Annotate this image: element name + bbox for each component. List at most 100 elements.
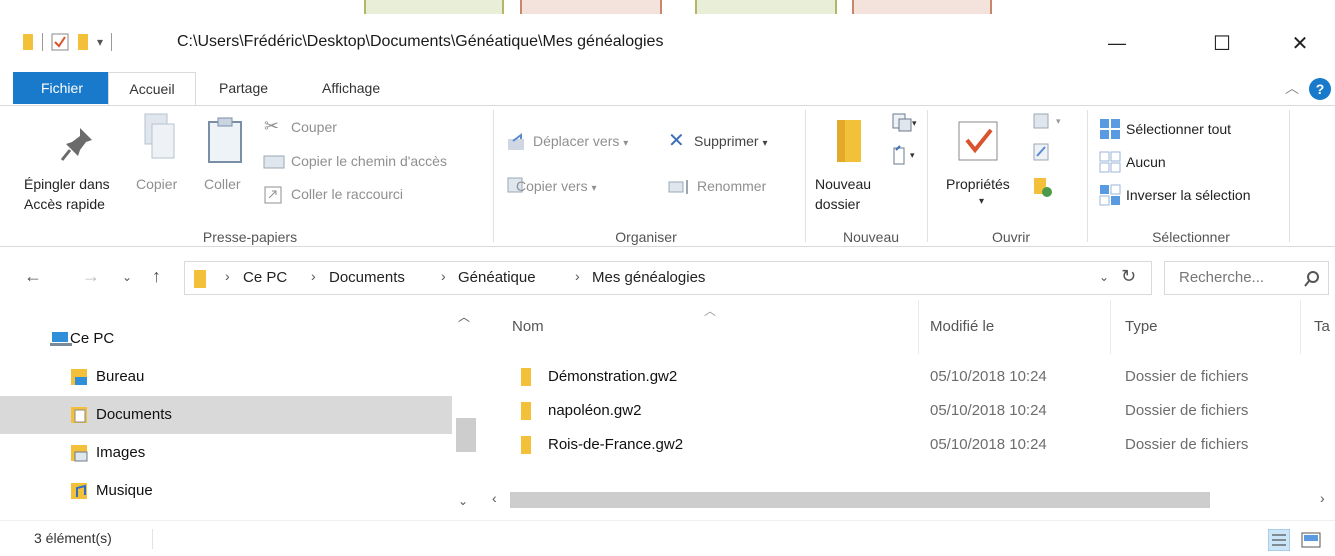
nav-item-label: Musique (96, 482, 153, 499)
column-separator[interactable] (918, 300, 919, 354)
nav-item-documents[interactable]: Documents (0, 396, 452, 434)
tab-affichage[interactable]: Affichage (310, 72, 392, 104)
pin-label-line2: Accès rapide (24, 196, 105, 212)
properties-button[interactable]: Propriétés (946, 174, 1010, 194)
file-row[interactable]: Rois-de-France.gw2 05/10/2018 10:24 Doss… (490, 428, 1335, 462)
close-button[interactable]: ✕ (1285, 28, 1315, 58)
paste-button[interactable]: Coller (204, 174, 241, 194)
horizontal-scroll-thumb[interactable] (510, 492, 1210, 508)
cut-button[interactable]: Couper (291, 117, 337, 137)
open-icon[interactable]: ▾ (1032, 112, 1068, 132)
new-folder-icon[interactable] (77, 33, 89, 51)
new-folder-button[interactable]: Nouveau dossier (815, 174, 871, 214)
large-icons-view-icon[interactable] (1300, 529, 1322, 551)
rename-button[interactable]: Renommer (697, 176, 766, 196)
breadcrumb-documents[interactable]: Documents (329, 269, 405, 286)
breadcrumb-separator-icon[interactable]: › (575, 268, 580, 284)
column-header-modifie[interactable]: Modifié le (930, 318, 994, 335)
delete-x-icon: ✕ (668, 130, 685, 152)
scroll-left-icon[interactable]: ‹ (492, 490, 497, 506)
file-row[interactable]: napoléon.gw2 05/10/2018 10:24 Dossier de… (490, 394, 1335, 428)
column-header-taille[interactable]: Ta (1314, 318, 1330, 335)
pin-label-line1: Épingler dans (24, 176, 110, 192)
dropdown-arrow-icon[interactable]: ▾ (979, 196, 984, 207)
dropdown-arrow-icon: ▾ (591, 183, 597, 194)
breadcrumb-separator-icon[interactable]: › (225, 268, 230, 284)
new-item-icon[interactable]: ▾ (890, 112, 918, 134)
copy-button[interactable]: Copier (136, 174, 177, 194)
copy-to-button[interactable]: Copier vers ▾ (516, 176, 597, 199)
column-header-nom[interactable]: Nom (512, 318, 544, 335)
breadcrumb-geneatique[interactable]: Généatique (458, 269, 536, 286)
invert-selection-button[interactable]: Inverser la sélection (1126, 185, 1251, 205)
pin-icon (60, 128, 92, 161)
breadcrumb-ce-pc[interactable]: Ce PC (243, 269, 287, 286)
collapse-ribbon-icon[interactable]: ︿ (1285, 78, 1299, 98)
desktop-folder-icon (71, 369, 87, 385)
copy-path-button[interactable]: Copier le chemin d'accès (291, 151, 447, 171)
scroll-right-icon[interactable]: › (1320, 490, 1325, 506)
column-separator[interactable] (1300, 300, 1301, 354)
file-type: Dossier de fichiers (1125, 368, 1249, 385)
group-separator (805, 110, 806, 242)
scroll-down-icon[interactable]: ⌄ (458, 494, 468, 508)
tab-partage[interactable]: Partage (207, 72, 280, 104)
navigation-pane: Ce PC Bureau Documents Images Musique (0, 300, 452, 516)
tab-accueil[interactable]: Accueil (108, 72, 196, 108)
file-row[interactable]: Démonstration.gw2 05/10/2018 10:24 Dossi… (490, 360, 1335, 394)
breadcrumb-mes-genealogies[interactable]: Mes généalogies (592, 269, 705, 286)
up-arrow-icon[interactable]: ↑ (152, 266, 161, 287)
nav-scroll-thumb[interactable] (456, 418, 476, 452)
new-folder-label-line1: Nouveau (815, 176, 872, 192)
svg-text:▾: ▾ (1056, 116, 1061, 126)
dropdown-arrow-icon: ▾ (623, 138, 629, 149)
customize-toolbar-icon[interactable]: ▾ (97, 35, 103, 49)
help-icon[interactable]: ? (1309, 78, 1331, 100)
group-label-ouvrir: Ouvrir (991, 229, 1031, 245)
folder-icon (23, 34, 33, 50)
edit-icon[interactable] (1032, 142, 1052, 162)
nav-item-bureau[interactable]: Bureau (0, 358, 452, 396)
paste-icon (208, 117, 242, 163)
column-separator[interactable] (1110, 300, 1111, 354)
scroll-up-icon[interactable]: ︿ (458, 308, 470, 325)
details-view-icon[interactable] (1268, 529, 1290, 551)
breadcrumb-separator-icon[interactable]: › (311, 268, 316, 284)
maximize-button[interactable]: ☐ (1207, 28, 1237, 58)
paste-shortcut-button[interactable]: Coller le raccourci (291, 184, 403, 204)
nav-item-label: Documents (96, 406, 172, 423)
address-dropdown-icon[interactable]: ⌄ (1099, 270, 1109, 284)
easy-access-icon[interactable]: ▾ (890, 144, 918, 166)
column-header-type[interactable]: Type (1125, 318, 1158, 335)
nav-item-ce-pc[interactable]: Ce PC (0, 320, 452, 358)
properties-check-icon[interactable] (51, 33, 69, 51)
refresh-icon[interactable]: ↻ (1121, 266, 1136, 287)
forward-arrow-icon[interactable]: → (82, 266, 100, 287)
file-date: 05/10/2018 10:24 (930, 436, 1047, 453)
file-type: Dossier de fichiers (1125, 436, 1249, 453)
tab-fichier[interactable]: Fichier (13, 72, 111, 104)
recent-locations-icon[interactable]: ⌄ (122, 270, 132, 284)
nav-item-label: Images (96, 444, 146, 461)
file-list-scrollbar[interactable]: ‹ › (488, 488, 1335, 512)
breadcrumb-separator-icon[interactable]: › (441, 268, 446, 284)
nav-item-musique[interactable]: Musique (0, 472, 452, 510)
search-input[interactable]: Recherche... (1164, 261, 1329, 295)
move-to-button[interactable]: Déplacer vers ▾ (533, 131, 628, 154)
select-all-button[interactable]: Sélectionner tout (1126, 119, 1231, 139)
delete-button[interactable]: Supprimer ▾ (694, 131, 768, 154)
nav-item-images[interactable]: Images (0, 434, 452, 472)
svg-text:▾: ▾ (912, 118, 917, 128)
maximize-icon: ☐ (1213, 32, 1231, 55)
back-arrow-icon[interactable]: ← (24, 266, 42, 287)
history-icon[interactable] (1032, 176, 1054, 198)
window-title: C:\Users\Frédéric\Desktop\Documents\Géné… (177, 33, 664, 50)
search-icon[interactable] (1303, 270, 1321, 288)
minimize-button[interactable]: — (1102, 28, 1132, 58)
address-bar[interactable]: › Ce PC › Documents › Généatique › Mes g… (184, 261, 1152, 295)
folder-icon (521, 368, 531, 386)
pin-quick-access-button[interactable]: Épingler dans Accès rapide (24, 174, 110, 214)
select-none-button[interactable]: Aucun (1126, 152, 1166, 172)
move-to-label: Déplacer vers (533, 133, 620, 149)
nav-pane-scrollbar[interactable]: ︿ ⌄ (452, 300, 478, 516)
